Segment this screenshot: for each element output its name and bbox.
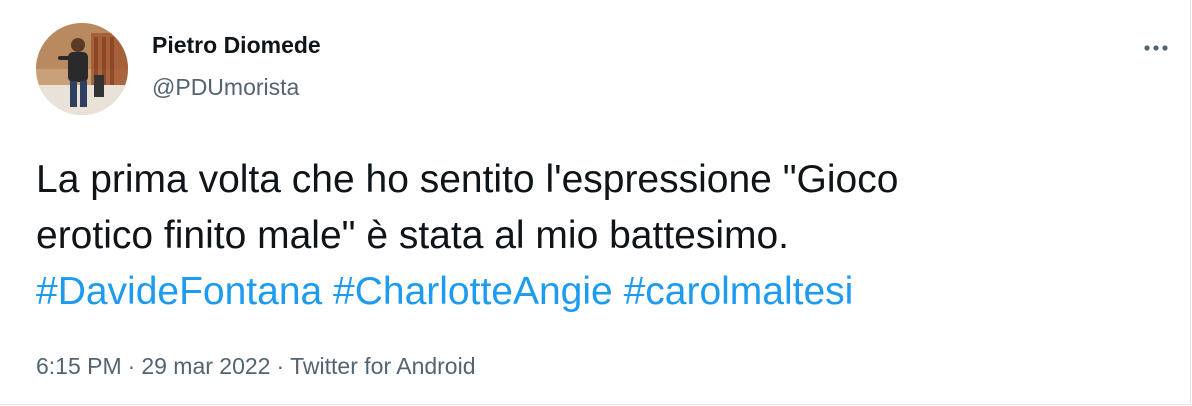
hashtag-link[interactable]: #DavideFontana: [36, 270, 322, 313]
avatar[interactable]: [36, 23, 128, 115]
hashtag-link[interactable]: #CharlotteAngie: [333, 270, 613, 313]
author-handle[interactable]: @PDUmorista: [152, 74, 299, 101]
more-horizontal-icon: [1144, 45, 1168, 51]
avatar-photo: [36, 23, 128, 115]
tweet-date[interactable]: 29 mar 2022: [141, 353, 270, 379]
tweet-metadata: 6:15 PM · 29 mar 2022 · Twitter for Android: [36, 353, 476, 380]
tweet-text: La prima volta che ho sentito l'espressi…: [36, 152, 1146, 320]
separator-dot: ·: [127, 353, 136, 379]
author-display-name[interactable]: Pietro Diomede: [152, 32, 321, 59]
tweet-card: Pietro Diomede @PDUmorista La prima volt…: [0, 0, 1191, 405]
tweet-text-line: La prima volta che ho sentito l'espressi…: [36, 158, 899, 201]
tweet-time[interactable]: 6:15 PM: [36, 353, 122, 379]
more-options-button[interactable]: [1136, 28, 1176, 68]
separator-dot: ·: [276, 353, 285, 379]
tweet-source-link[interactable]: Twitter for Android: [290, 353, 475, 379]
hashtag-link[interactable]: #carolmaltesi: [624, 270, 854, 313]
hashtag-line: #DavideFontana #CharlotteAngie #carolmal…: [36, 264, 1146, 320]
tweet-text-line: erotico finito male" è stata al mio batt…: [36, 214, 790, 257]
